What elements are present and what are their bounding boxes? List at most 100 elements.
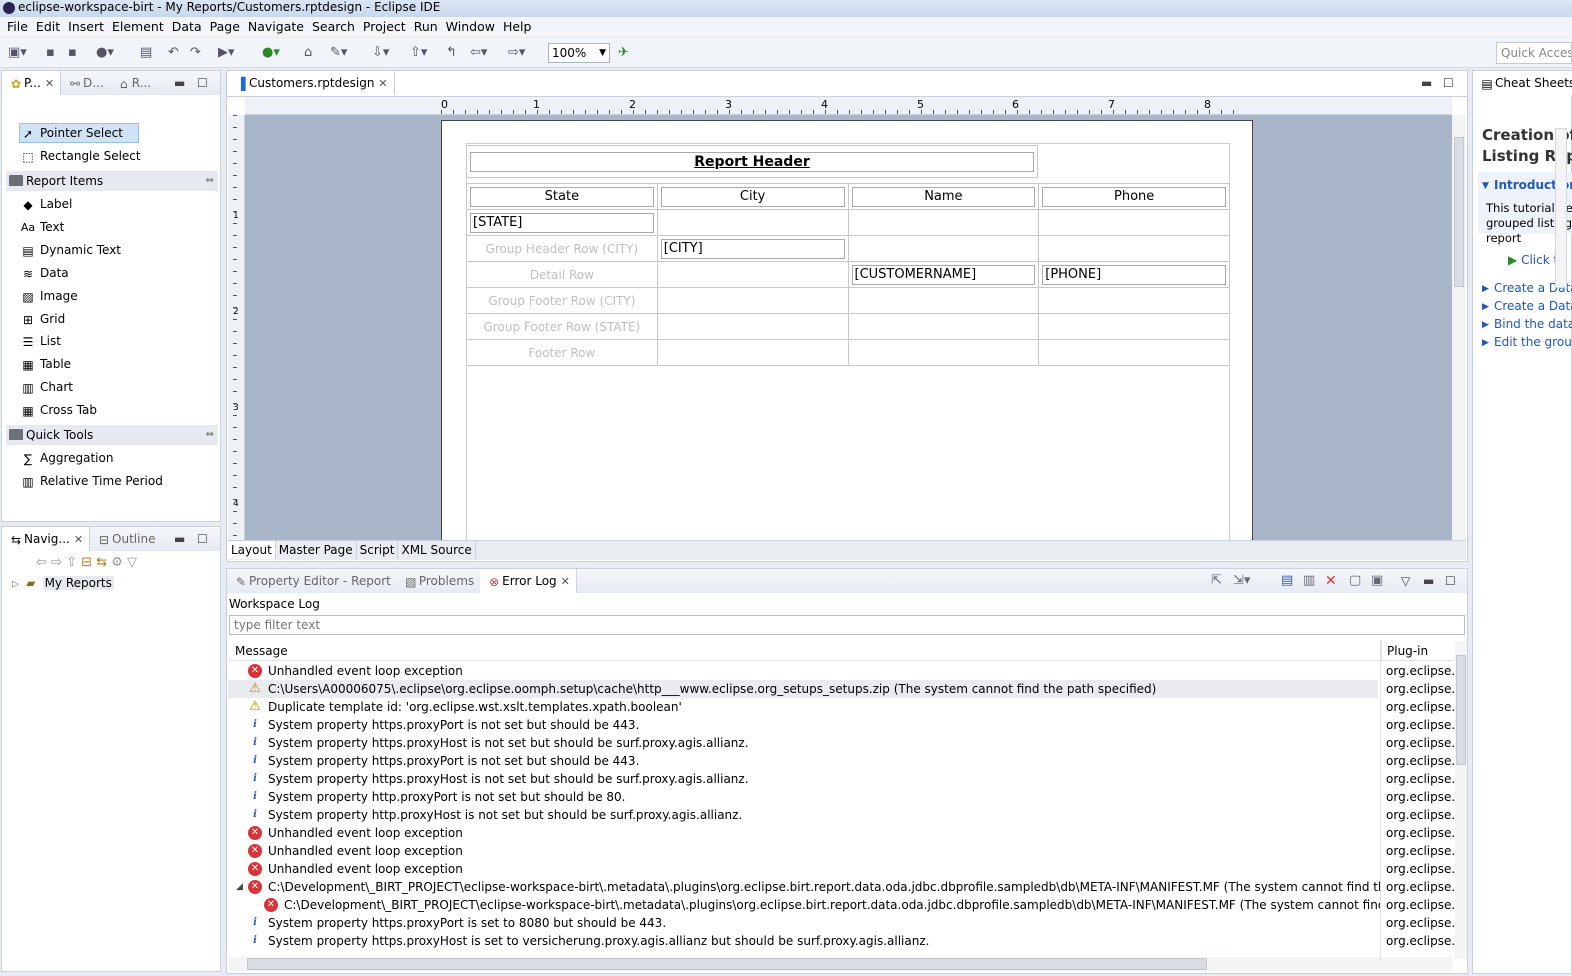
save-icon[interactable]: ▪ bbox=[46, 45, 55, 61]
log-filter-input[interactable] bbox=[229, 615, 1465, 635]
back-icon[interactable]: ⇦▾ bbox=[470, 45, 487, 61]
forward-icon[interactable]: ⇨▾ bbox=[508, 45, 525, 61]
log-row[interactable]: ◢ ✕ C:\Development\_BIRT_PROJECT\eclipse-w… bbox=[232, 878, 1454, 896]
minimize-icon[interactable]: ▬ bbox=[174, 76, 185, 90]
customername-data-field[interactable]: [CUSTOMERNAME] bbox=[851, 264, 1036, 285]
step-link-2[interactable]: Create a DataS bbox=[1494, 299, 1572, 313]
prev-annotation-icon[interactable]: ⇧▾ bbox=[410, 45, 427, 61]
last-edit-icon[interactable]: ↰ bbox=[446, 45, 457, 61]
report-page[interactable]: Report Header State City Name Phone [STA… bbox=[441, 120, 1253, 540]
column-header-city[interactable]: City bbox=[660, 186, 845, 207]
palette-item-chart[interactable]: ▥ Chart bbox=[20, 377, 73, 397]
tab-xml-source[interactable]: XML Source bbox=[398, 541, 476, 559]
phone-data-field[interactable]: [PHONE] bbox=[1042, 264, 1226, 285]
tab-resource-explorer[interactable]: ⌂ R... bbox=[110, 71, 157, 95]
log-row[interactable]: i System property https.proxyPort is not … bbox=[232, 716, 1454, 734]
menu-navigate[interactable]: Navigate bbox=[244, 17, 308, 37]
import-log-icon[interactable]: ⇲▾ bbox=[1233, 574, 1250, 588]
report-header-label[interactable]: Report Header bbox=[470, 151, 1034, 172]
expand-arrow-icon[interactable]: ▷ bbox=[12, 580, 19, 590]
clear-log-icon[interactable]: ▤ bbox=[1281, 574, 1293, 588]
close-icon[interactable]: ✕ bbox=[74, 533, 83, 546]
log-row[interactable]: ✕ Unhandled event loop exception org.eclip… bbox=[232, 842, 1454, 860]
palette-item-data[interactable]: ≋ Data bbox=[20, 263, 69, 283]
chevron-down-icon[interactable]: ▼ bbox=[1482, 181, 1489, 191]
log-row[interactable]: ✕ Unhandled event loop exception org.eclip… bbox=[232, 662, 1454, 680]
expand-arrow-icon[interactable]: ▶ bbox=[1482, 284, 1489, 294]
tab-problems[interactable]: ▧ Problems bbox=[397, 569, 480, 593]
palette-item-list[interactable]: ☰ List bbox=[20, 331, 61, 351]
undo-icon[interactable]: ↶ bbox=[168, 45, 179, 61]
menu-run[interactable]: Run bbox=[410, 17, 442, 37]
log-row[interactable]: i System property https.proxyPort is not … bbox=[232, 752, 1454, 770]
maximize-icon[interactable]: ☐ bbox=[197, 532, 208, 546]
tab-cheat-sheets[interactable]: ▤ Cheat Sheets bbox=[1473, 71, 1572, 95]
palette-item-table[interactable]: ▦ Table bbox=[20, 354, 71, 374]
column-plugin[interactable]: Plug-in bbox=[1387, 644, 1428, 658]
tab-error-log[interactable]: ⊗ Error Log ✕ bbox=[480, 569, 577, 593]
column-header-name[interactable]: Name bbox=[851, 186, 1036, 207]
view-menu-icon[interactable]: ▽ bbox=[1401, 574, 1410, 588]
up-icon[interactable]: ⇧ bbox=[66, 555, 77, 570]
category-report-items[interactable]: Report Items ⇔ bbox=[6, 171, 218, 191]
tab-property-editor[interactable]: ✎ Property Editor - Report bbox=[227, 569, 397, 593]
palette-item-relative-time-period[interactable]: ▥ Relative Time Period bbox=[20, 471, 162, 491]
log-row[interactable]: i System property https.proxyHost is not … bbox=[232, 770, 1454, 788]
link-editor-icon[interactable]: ⇆ bbox=[96, 555, 107, 570]
category-quick-tools[interactable]: Quick Tools ⇔ bbox=[6, 425, 218, 445]
menu-page[interactable]: Page bbox=[206, 17, 244, 37]
delete-log-icon[interactable]: ▥ bbox=[1303, 574, 1315, 588]
palette-item-text[interactable]: Aa Text bbox=[20, 217, 64, 237]
profile-icon[interactable]: ●▾ bbox=[96, 45, 114, 61]
palette-item-dynamic-text[interactable]: ▤ Dynamic Text bbox=[20, 240, 121, 260]
tool-rectangle-select[interactable]: ⬚ Rectangle Select bbox=[20, 146, 140, 166]
forward-icon[interactable]: ⇨ bbox=[51, 555, 62, 570]
maximize-icon[interactable]: ☐ bbox=[1443, 76, 1454, 90]
city-data-field[interactable]: [CITY] bbox=[660, 238, 845, 259]
menu-insert[interactable]: Insert bbox=[64, 17, 108, 37]
log-row[interactable]: i System property http.proxyPort is not s… bbox=[232, 788, 1454, 806]
collapse-all-icon[interactable]: ⊟ bbox=[81, 555, 92, 570]
minimize-icon[interactable]: ▬ bbox=[174, 532, 185, 546]
palette-item-cross-tab[interactable]: ▦ Cross Tab bbox=[20, 400, 97, 420]
tree-item-my-reports[interactable]: ▷ ▰ My Reports bbox=[12, 575, 114, 591]
minimize-icon[interactable]: ▬ bbox=[1421, 76, 1432, 90]
column-message[interactable]: Message bbox=[235, 644, 288, 658]
tool-pointer-select[interactable]: ➚ Pointer Select bbox=[20, 123, 123, 143]
scrollbar-thumb[interactable] bbox=[247, 958, 1207, 970]
back-icon[interactable]: ⇦ bbox=[36, 555, 47, 570]
palette-item-image[interactable]: ▨ Image bbox=[20, 286, 77, 306]
log-row[interactable]: i System property http.proxyHost is not s… bbox=[232, 806, 1454, 824]
menu-project[interactable]: Project bbox=[359, 17, 410, 37]
customers-table[interactable]: State City Name Phone [STATE] Group Head… bbox=[466, 183, 1230, 366]
expand-arrow-icon[interactable]: ▶ bbox=[1482, 302, 1489, 312]
pin-icon[interactable]: ✈ bbox=[618, 45, 629, 61]
delete-icon[interactable]: ✕ bbox=[1325, 574, 1337, 588]
report-header-grid[interactable]: Report Header bbox=[466, 145, 1038, 178]
close-icon[interactable]: ✕ bbox=[561, 575, 570, 588]
log-horizontal-scrollbar[interactable] bbox=[229, 957, 1453, 971]
palette-item-label[interactable]: ◆ Label bbox=[20, 194, 72, 214]
export-log-icon[interactable]: ⇱ bbox=[1211, 574, 1222, 588]
column-header-phone[interactable]: Phone bbox=[1042, 186, 1226, 207]
cheat-sheet-scrollbar[interactable] bbox=[1555, 128, 1567, 288]
log-row[interactable]: ✕ Unhandled event loop exception org.eclip… bbox=[232, 824, 1454, 842]
new-icon[interactable]: ▣▾ bbox=[8, 45, 27, 61]
close-icon[interactable]: ✕ bbox=[45, 77, 54, 90]
scrollbar-thumb[interactable] bbox=[1456, 655, 1466, 765]
save-all-icon[interactable]: ▪ bbox=[68, 45, 77, 61]
restore-log-icon[interactable]: ▣ bbox=[1371, 574, 1383, 588]
tab-navigator[interactable]: ⇆ Navig... ✕ bbox=[2, 527, 91, 551]
collapse-arrows-icon[interactable]: ⇔ bbox=[206, 425, 214, 445]
close-icon[interactable]: ✕ bbox=[378, 77, 387, 90]
search-tool-icon[interactable]: ✎▾ bbox=[330, 45, 347, 61]
preview-icon[interactable]: ▶▾ bbox=[218, 45, 235, 61]
tab-master-page[interactable]: Master Page bbox=[276, 541, 357, 559]
tab-palette[interactable]: ✿ P... ✕ bbox=[2, 71, 62, 95]
filter-icon[interactable]: ⚙ bbox=[111, 555, 123, 570]
redo-icon[interactable]: ↷ bbox=[190, 45, 201, 61]
log-row[interactable]: i System property https.proxyHost is not … bbox=[232, 734, 1454, 752]
menu-window[interactable]: Window bbox=[442, 17, 499, 37]
log-row[interactable]: i System property https.proxyHost is set … bbox=[232, 932, 1454, 950]
menu-search[interactable]: Search bbox=[308, 17, 359, 37]
